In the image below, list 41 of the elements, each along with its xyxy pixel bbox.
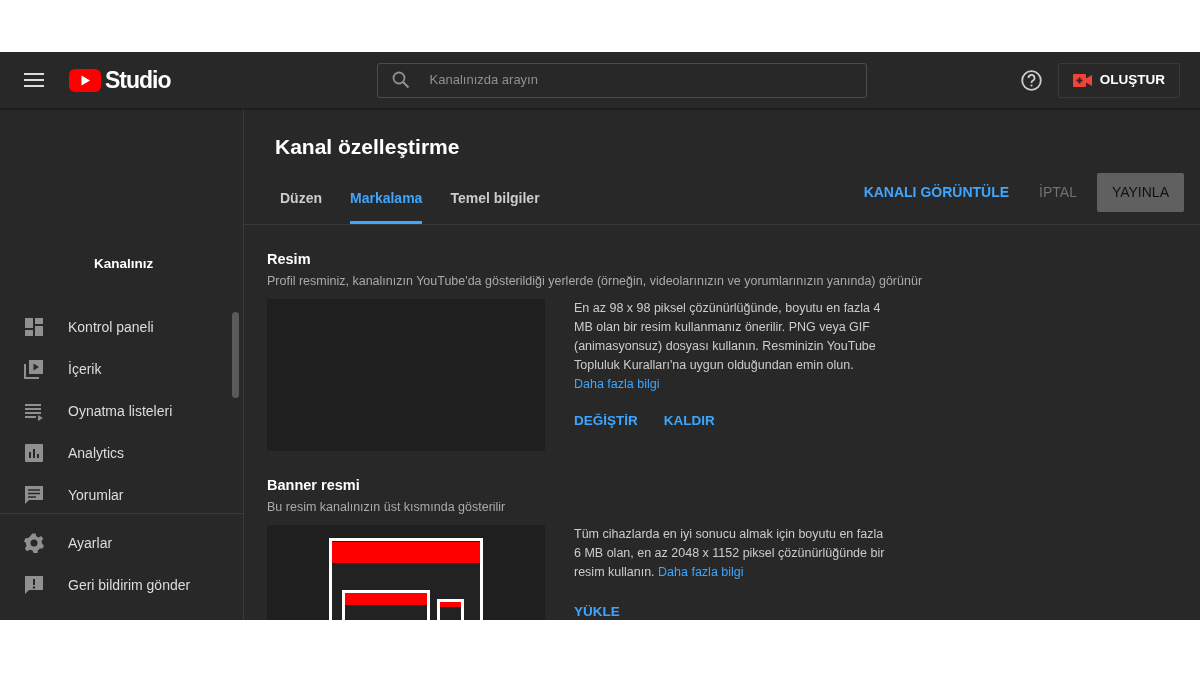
search-field[interactable]: Kanalınızda arayın	[427, 69, 828, 91]
nav-item[interactable]: Ayarlar	[68, 532, 113, 554]
logo-text: Studio	[105, 65, 171, 95]
nav-item[interactable]: Oynatma listeleri	[68, 400, 173, 422]
video-library-icon	[24, 359, 44, 379]
search-bar[interactable]: Kanalınızda arayın	[376, 62, 867, 98]
settings-icon	[24, 533, 44, 553]
page-title: Kanal özelleştirme	[274, 134, 461, 160]
text-button[interactable]: KALDIR	[663, 411, 715, 432]
tab[interactable]: Markalama	[350, 178, 423, 225]
search-icon	[391, 71, 410, 89]
tab[interactable]: Düzen	[280, 178, 322, 225]
learn-more-link[interactable]: Daha fazla bilgi	[574, 377, 660, 392]
dashboard-icon	[24, 317, 44, 337]
view-channel-link[interactable]: KANALI GÖRÜNTÜLE	[853, 174, 1020, 212]
playlist-icon	[24, 401, 44, 421]
tab[interactable]: Temel bilgiler	[450, 178, 540, 225]
bar-chart-icon	[24, 443, 44, 463]
comment-icon	[24, 485, 44, 505]
text-button[interactable]: YÜKLE	[574, 602, 620, 620]
channel-label: Kanalınız	[94, 255, 154, 273]
menu-icon[interactable]	[24, 73, 44, 87]
feedback-icon	[24, 575, 44, 595]
scrollbar-thumb[interactable]	[232, 312, 239, 398]
section-title: Resim	[267, 251, 312, 269]
nav-item[interactable]: Yorumlar	[68, 484, 124, 506]
info-text: En az 98 x 98 piksel çözünürlüğünde, boyutu en fazla 4 MB olan bir resim kullanmanız önerilir. PNG veya GIF (animasyonsuz) dosyası kullanın. Resminizin YouTube Topluluk Kuralları'na uygun olduğundan emin olun.	[574, 300, 882, 375]
create-button[interactable]: OLUŞTUR	[1057, 62, 1180, 98]
text-button[interactable]: DEĞİŞTİR	[574, 411, 638, 432]
learn-more-link[interactable]: Daha fazla bilgi	[658, 565, 744, 580]
nav-item[interactable]: Kontrol paneli	[68, 316, 154, 338]
nav-item[interactable]: İçerik	[68, 358, 102, 380]
video-camera-icon	[1072, 73, 1092, 87]
section-description: Bu resim kanalınızın üst kısmında gösterilir	[267, 498, 507, 516]
section-description: Profil resminiz, kanalınızın YouTube'da gösterildiği yerlerde (örneğin, videolarınızın ve yorumlarınızın yanında) görünür	[267, 272, 924, 290]
info-text: Tüm cihazlarda en iyi sonucu almak için boyutu en fazla 6 MB olan, en az 2048 x 1152 piksel çözünürlüğünde bir resim kullanın. Daha fazla bilgi	[574, 526, 886, 582]
section-title: Banner resmi	[267, 477, 361, 495]
nav-item[interactable]: Geri bildirim gönder	[68, 574, 191, 596]
help-icon[interactable]	[1020, 69, 1042, 91]
play-logo-icon	[69, 68, 101, 92]
nav-item[interactable]: Analytics	[68, 442, 125, 464]
